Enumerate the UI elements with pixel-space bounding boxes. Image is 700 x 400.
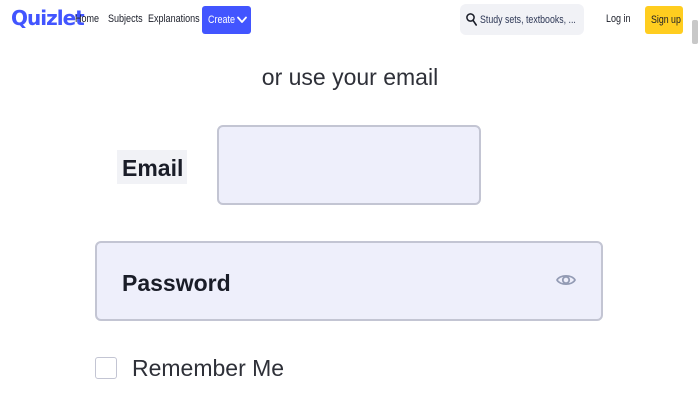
email-field-label-box: Email bbox=[117, 150, 187, 184]
login-link[interactable]: Log in bbox=[606, 13, 631, 25]
nav-explanations-link[interactable]: Explanations bbox=[148, 13, 200, 25]
password-field[interactable]: Password bbox=[95, 241, 603, 321]
email-field[interactable] bbox=[217, 125, 481, 205]
signup-button[interactable]: Sign up bbox=[645, 6, 683, 34]
password-field-label: Password bbox=[122, 270, 231, 296]
remember-me-checkbox[interactable] bbox=[95, 357, 117, 379]
signup-button-label: Sign up bbox=[651, 14, 681, 26]
email-signin-subtitle: or use your email bbox=[261, 64, 439, 90]
eye-icon[interactable] bbox=[555, 269, 577, 291]
search-placeholder: Study sets, textbooks, ... bbox=[480, 14, 576, 26]
search-input[interactable]: Study sets, textbooks, ... bbox=[460, 4, 584, 35]
create-button-label: Create bbox=[208, 14, 236, 26]
page-scrollbar-thumb[interactable] bbox=[692, 20, 698, 44]
chevron-down-icon bbox=[237, 16, 247, 23]
top-nav-bar: Quizlet Home Subjects Explanations Creat… bbox=[0, 0, 700, 44]
quizlet-logo[interactable]: Quizlet bbox=[11, 6, 85, 30]
remember-me-label[interactable]: Remember Me bbox=[132, 355, 284, 382]
nav-subjects-link[interactable]: Subjects bbox=[108, 13, 143, 25]
email-field-label: Email bbox=[122, 155, 184, 181]
create-button[interactable]: Create bbox=[202, 6, 251, 34]
nav-home-link[interactable]: Home bbox=[75, 13, 99, 25]
search-icon bbox=[466, 13, 477, 26]
